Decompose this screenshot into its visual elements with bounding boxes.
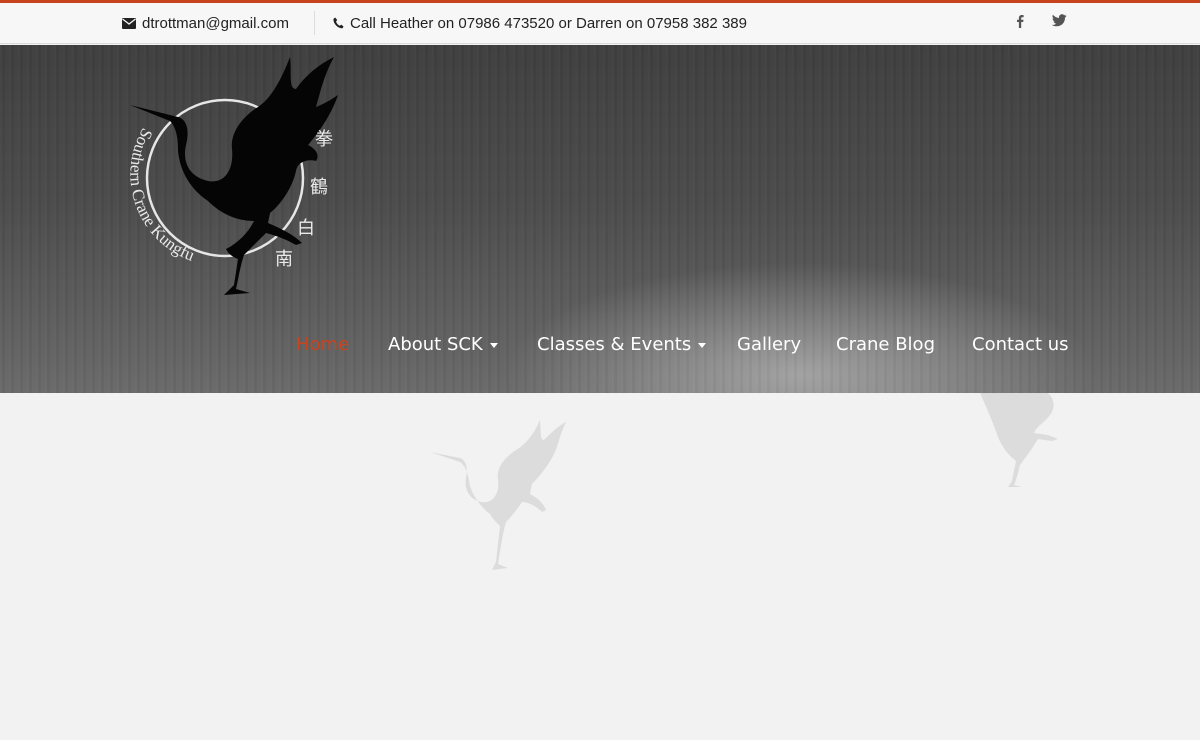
nav-crane-blog[interactable]: Crane Blog <box>836 327 935 361</box>
caret-down-icon <box>698 342 707 348</box>
crane-watermark-small-icon <box>980 393 1058 487</box>
nav-home-label: Home <box>296 333 350 355</box>
contact-email[interactable]: dtrottman@gmail.com <box>122 3 289 43</box>
logo-cjk-3: 白 <box>297 218 315 239</box>
nav-gallery[interactable]: Gallery <box>737 327 801 361</box>
nav-classes-events[interactable]: Classes & Events <box>537 327 707 361</box>
nav-about-sck[interactable]: About SCK <box>388 327 498 361</box>
contact-divider <box>314 11 315 35</box>
envelope-icon <box>122 17 136 29</box>
facebook-icon <box>1014 14 1026 33</box>
nav-home[interactable]: Home <box>296 327 349 361</box>
caret-down-icon <box>489 342 498 348</box>
twitter-link[interactable] <box>1051 3 1067 43</box>
nav-contact-us-label: Contact us <box>972 333 1069 355</box>
nav-classes-events-label: Classes & Events <box>537 333 692 355</box>
logo-cjk-4: 南 <box>275 249 293 270</box>
main-navigation: Home About SCK Classes & Events Gallery … <box>0 327 1200 361</box>
contact-phone[interactable]: Call Heather on 07986 473520 or Darren o… <box>333 3 747 43</box>
nav-contact-us[interactable]: Contact us <box>972 327 1069 361</box>
facebook-link[interactable] <box>1014 3 1026 43</box>
nav-about-sck-label: About SCK <box>388 333 483 355</box>
logo-text: Southern Crane Kungfu <box>126 125 197 265</box>
nav-crane-blog-label: Crane Blog <box>836 333 935 355</box>
crane-watermark-icon <box>430 420 566 570</box>
logo-cjk-2: 鶴 <box>310 177 328 198</box>
hero-header: Southern Crane Kungfu 拳 鶴 白 南 Home About… <box>0 45 1200 393</box>
contact-email-text: dtrottman@gmail.com <box>142 14 289 32</box>
southern-crane-kungfu-logo[interactable]: Southern Crane Kungfu 拳 鶴 白 南 <box>120 53 350 303</box>
nav-gallery-label: Gallery <box>737 333 802 355</box>
twitter-icon <box>1051 14 1067 32</box>
phone-icon <box>333 17 344 29</box>
logo-cjk-1: 拳 <box>315 129 333 150</box>
page-content <box>0 393 1200 740</box>
top-contact-bar: dtrottman@gmail.com Call Heather on 0798… <box>0 3 1200 44</box>
crane-silhouette <box>130 57 338 295</box>
contact-phone-text: Call Heather on 07986 473520 or Darren o… <box>350 14 747 32</box>
